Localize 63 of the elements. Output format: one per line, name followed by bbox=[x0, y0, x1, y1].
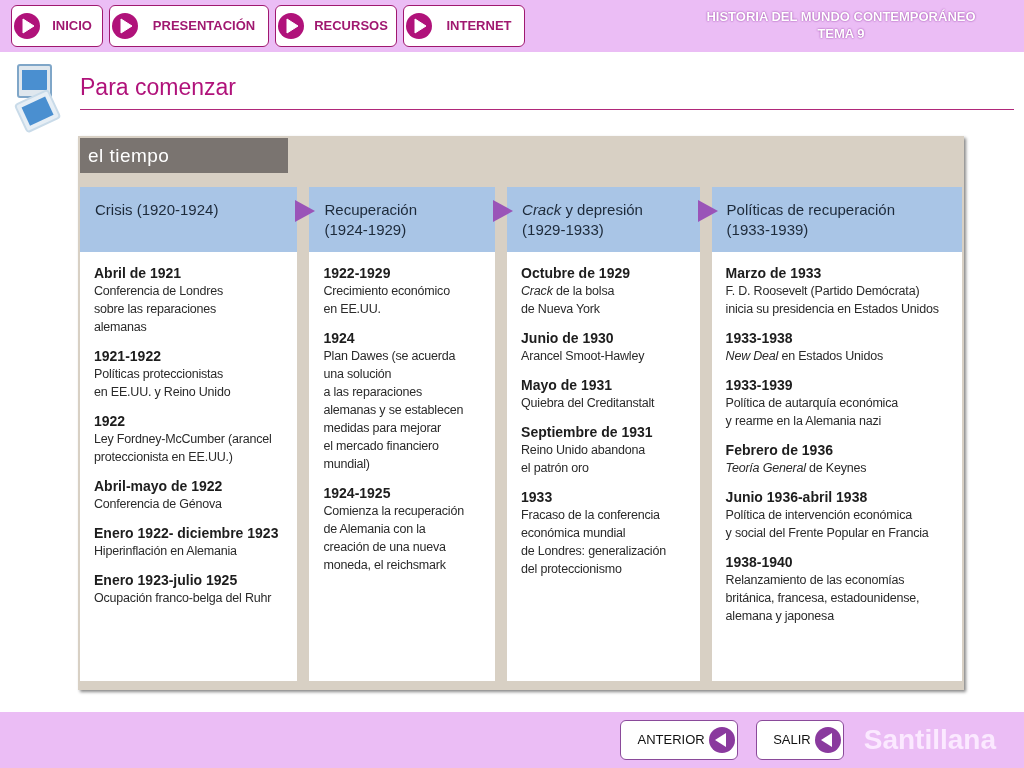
column-heading: Crisis (1920-1924) bbox=[80, 187, 298, 252]
entry-text: Conferencia de Londres sobre las reparaciones alemanas bbox=[94, 283, 225, 336]
entry-date: Febrero de 1936 bbox=[725, 441, 834, 459]
entry-text: Políticas proteccionistas en EE.UU. y Reino Unido bbox=[94, 366, 232, 401]
nav-button[interactable]: PRESENTACIÓN bbox=[109, 5, 269, 47]
play-icon bbox=[112, 13, 138, 39]
section-title: Para comenzar bbox=[80, 74, 236, 100]
entry-text: Relanzamiento de las economías británica, francesa, estadounidense, alemana y japonesa bbox=[725, 572, 921, 625]
entry-date: Septiembre de 1931 bbox=[521, 423, 654, 441]
play-icon bbox=[14, 13, 40, 39]
entry-date: 1933 bbox=[521, 488, 554, 506]
entry-date: 1922 bbox=[94, 412, 127, 430]
entry-text: Fracaso de la conferencia económica mundial de Londres: generalización del proteccionismo bbox=[521, 507, 667, 578]
back-icon bbox=[814, 727, 841, 753]
entry-date: Junio 1936-abril 1938 bbox=[725, 488, 869, 506]
entry-date: 1922-1929 bbox=[323, 264, 392, 282]
panel-title: el tiempo bbox=[80, 138, 288, 173]
entry-text: Hiperinflación en Alemania bbox=[94, 543, 238, 560]
entry-date: Marzo de 1933 bbox=[725, 264, 823, 282]
entry-text: New Deal en Estados Unidos bbox=[725, 348, 884, 365]
column-heading: Recuperación (1924-1929) bbox=[309, 187, 496, 252]
entry-text: Plan Dawes (se acuerda una solución a las reparaciones alemanas y se establecen medidas para mejorar el mercado financiero mundial) bbox=[323, 348, 465, 473]
entry-text: Crecimiento económico en EE.UU. bbox=[323, 283, 451, 318]
play-icon bbox=[278, 13, 304, 39]
entry-date: Abril de 1921 bbox=[94, 264, 183, 282]
entry-text: Política de intervención económica y social del Frente Popular en Francia bbox=[725, 507, 930, 542]
entry-date: 1924-1925 bbox=[323, 484, 392, 502]
entry-text: Crack de la bolsa de Nueva York bbox=[521, 283, 616, 318]
entry-text: Quiebra del Creditanstalt bbox=[521, 395, 656, 412]
footer-button[interactable]: ANTERIOR bbox=[619, 720, 738, 760]
entry-text: Política de autarquía económica y rearme en la Alemania nazi bbox=[725, 395, 899, 430]
play-icon bbox=[406, 13, 432, 39]
entry-date: Octubre de 1929 bbox=[521, 264, 631, 282]
unit-title: TEMA 9 bbox=[816, 25, 866, 42]
entry-date: Junio de 1930 bbox=[521, 329, 615, 347]
footer-button[interactable]: SALIR bbox=[755, 720, 844, 760]
entry-date: 1933-1938 bbox=[725, 329, 794, 347]
entry-text: Arancel Smoot-Hawley bbox=[521, 348, 646, 365]
entry-date: 1924 bbox=[323, 329, 356, 347]
nav-button[interactable]: INICIO bbox=[11, 5, 103, 47]
column-heading: Crack y depresión (1929-1933) bbox=[507, 187, 700, 252]
entry-text: Teoría General de Keynes bbox=[725, 460, 868, 477]
back-icon bbox=[708, 727, 735, 753]
entry-date: Enero 1922- diciembre 1923 bbox=[94, 524, 280, 542]
column-heading: Políticas de recuperación (1933-1939) bbox=[711, 187, 962, 252]
nav-button[interactable]: RECURSOS bbox=[275, 5, 397, 47]
entry-text: Ley Fordney-McCumber (arancel proteccionista en EE.UU.) bbox=[94, 431, 273, 466]
entry-text: F. D. Roosevelt (Partido Demócrata) inicia su presidencia en Estados Unidos bbox=[725, 283, 940, 318]
entry-text: Reino Unido abandona el patrón oro bbox=[521, 442, 646, 477]
entry-text: Ocupación franco-belga del Ruhr bbox=[94, 590, 273, 607]
entry-text: Comienza la recuperación de Alemania con la creación de una nueva moneda, el reichsmark bbox=[323, 503, 465, 574]
entry-date: 1938-1940 bbox=[725, 553, 794, 571]
arrow-icon bbox=[697, 200, 718, 222]
entry-date: Mayo de 1931 bbox=[521, 376, 614, 394]
entry-date: Abril-mayo de 1922 bbox=[94, 477, 224, 495]
nav-button[interactable]: INTERNET bbox=[403, 5, 525, 47]
arrow-icon bbox=[295, 200, 316, 222]
entry-date: 1921-1922 bbox=[94, 347, 162, 365]
course-title: HISTORIA DEL MUNDO CONTEMPORÁNEO bbox=[705, 8, 977, 25]
arrow-icon bbox=[493, 200, 514, 222]
entry-date: Enero 1923-julio 1925 bbox=[94, 571, 239, 589]
entry-date: 1933-1939 bbox=[725, 376, 794, 394]
entry-text: Conferencia de Génova bbox=[94, 496, 223, 513]
